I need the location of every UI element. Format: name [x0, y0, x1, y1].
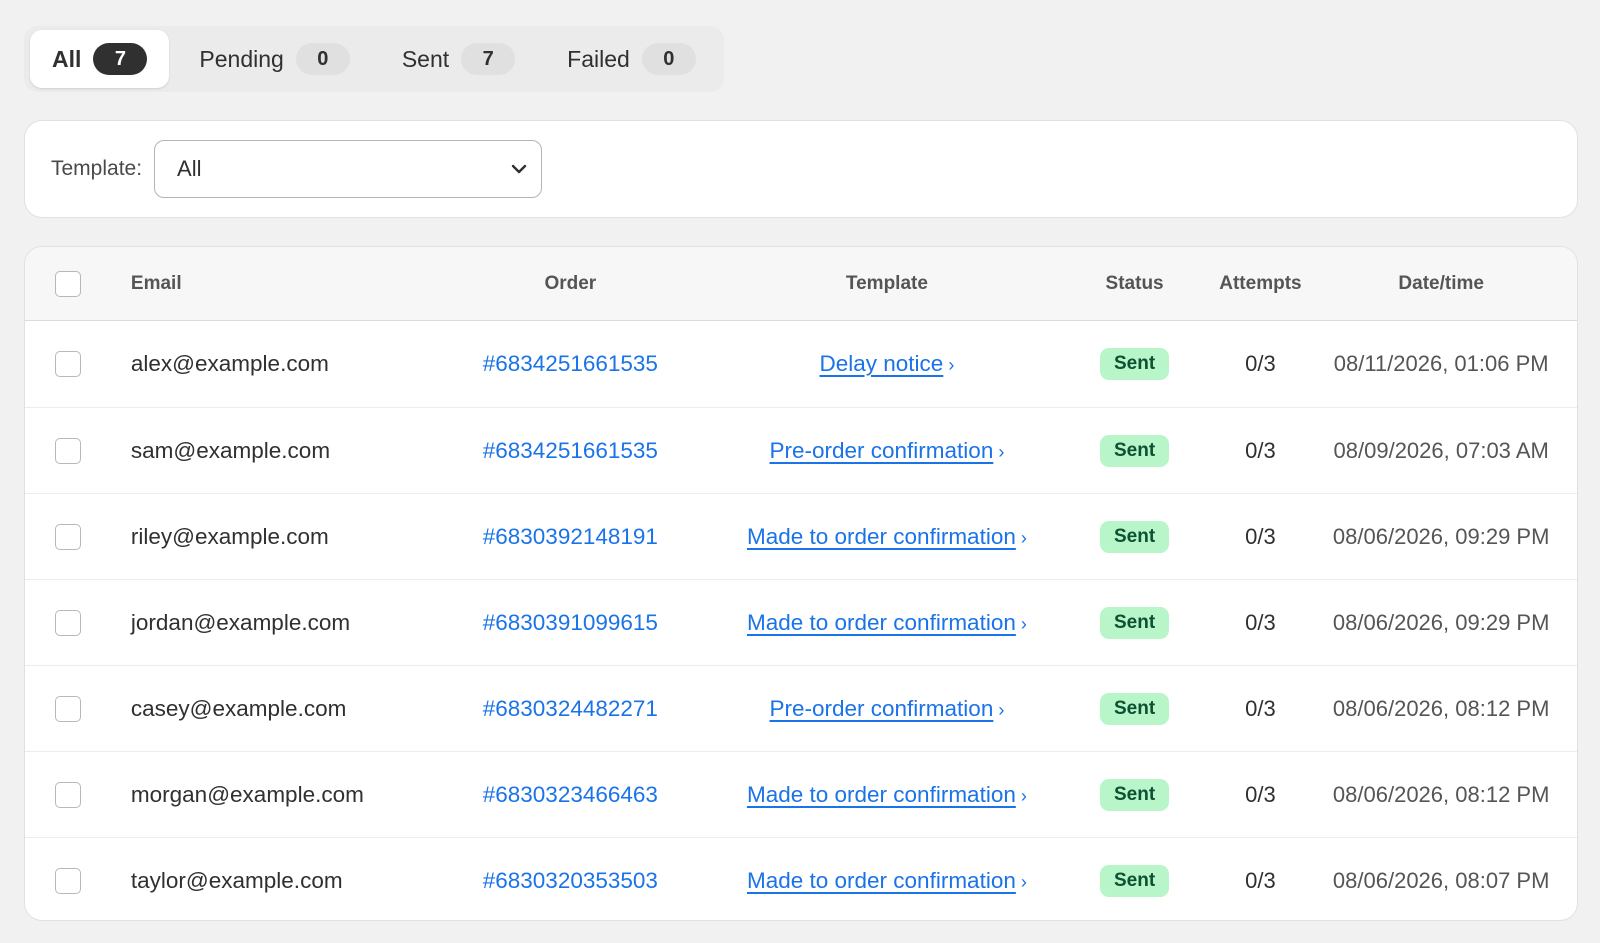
datetime-cell: 08/06/2026, 09:29 PM [1332, 609, 1550, 635]
column-header-attempts[interactable]: Attempts [1215, 273, 1305, 295]
status-tabs: All 7 Pending 0 Sent 7 Failed 0 [24, 26, 724, 92]
order-link[interactable]: #6830391099615 [483, 610, 658, 635]
chevron-right-icon: › [1020, 527, 1027, 548]
tab-count-badge: 7 [93, 43, 148, 75]
row-checkbox[interactable] [55, 351, 81, 377]
chevron-right-icon: › [998, 699, 1005, 720]
datetime-cell: 08/06/2026, 08:12 PM [1332, 695, 1550, 721]
email-cell: riley@example.com [130, 523, 329, 549]
table-row[interactable]: casey@example.com #6830324482271 Pre-ord… [25, 665, 1577, 751]
row-checkbox[interactable] [55, 867, 81, 894]
datetime-cell: 08/06/2026, 08:12 PM [1332, 781, 1550, 807]
table-header-row: Email Order Template Status Attempts Dat… [25, 247, 1577, 321]
chevron-down-icon [511, 164, 527, 174]
table-row[interactable]: jordan@example.com #6830391099615 Made t… [25, 579, 1577, 665]
table-row[interactable]: morgan@example.com #6830323466463 Made t… [25, 751, 1577, 837]
filter-card: Template: All [24, 120, 1578, 218]
template-link[interactable]: Pre-order confirmation [770, 696, 994, 721]
table-row[interactable]: riley@example.com #6830392148191 Made to… [25, 493, 1577, 579]
chevron-right-icon: › [1020, 785, 1027, 806]
template-link[interactable]: Made to order confirmation [747, 524, 1016, 549]
template-filter-select[interactable]: All [154, 140, 543, 198]
attempts-cell: 0/3 [1245, 781, 1276, 807]
email-cell: morgan@example.com [130, 781, 364, 807]
attempts-cell: 0/3 [1245, 351, 1276, 376]
table-row[interactable]: taylor@example.com #6830320353503 Made t… [25, 837, 1577, 920]
chevron-right-icon: › [948, 355, 955, 375]
status-badge: Sent [1100, 520, 1170, 553]
status-badge: Sent [1100, 692, 1170, 725]
tab-count-badge: 0 [641, 43, 696, 75]
tab-label: Failed [567, 45, 630, 72]
datetime-cell: 08/06/2026, 09:29 PM [1332, 523, 1550, 549]
email-cell: casey@example.com [130, 695, 347, 721]
row-checkbox[interactable] [55, 781, 81, 808]
tab-pending[interactable]: Pending 0 [177, 30, 371, 88]
status-badge: Sent [1100, 778, 1170, 811]
select-all-checkbox[interactable] [55, 270, 81, 297]
order-link[interactable]: #6830324482271 [483, 696, 658, 721]
status-badge: Sent [1100, 864, 1170, 897]
attempts-cell: 0/3 [1245, 437, 1276, 463]
status-badge: Sent [1100, 434, 1170, 467]
tab-sent[interactable]: Sent 7 [380, 30, 537, 88]
notifications-table: Email Order Template Status Attempts Dat… [24, 246, 1578, 921]
tab-label: All [52, 45, 82, 72]
tab-label: Sent [401, 45, 450, 72]
column-header-email[interactable]: Email [131, 273, 421, 295]
order-link[interactable]: #6834251661535 [483, 438, 658, 463]
status-badge: Sent [1100, 348, 1170, 380]
attempts-cell: 0/3 [1245, 523, 1276, 549]
attempts-cell: 0/3 [1245, 609, 1276, 635]
table-row[interactable]: alex@example.com #6834251661535 Delay no… [25, 321, 1577, 407]
template-link[interactable]: Delay notice [820, 351, 944, 376]
datetime-cell: 08/06/2026, 08:07 PM [1332, 867, 1550, 893]
row-checkbox[interactable] [55, 695, 81, 722]
template-filter-label: Template: [51, 157, 143, 180]
row-checkbox[interactable] [55, 523, 81, 550]
template-filter-value: All [177, 156, 202, 181]
tab-count-badge: 7 [461, 43, 516, 75]
chevron-right-icon: › [998, 441, 1005, 462]
order-link[interactable]: #6830323466463 [483, 782, 658, 807]
tab-label: Pending [199, 45, 284, 72]
email-cell: alex@example.com [130, 351, 329, 376]
column-header-status[interactable]: Status [1054, 273, 1216, 295]
tab-failed[interactable]: Failed 0 [545, 30, 718, 88]
column-header-template[interactable]: Template [720, 273, 1054, 295]
template-link[interactable]: Made to order confirmation [747, 610, 1016, 635]
datetime-cell: 08/09/2026, 07:03 AM [1333, 437, 1549, 463]
status-badge: Sent [1100, 606, 1170, 639]
email-cell: sam@example.com [130, 437, 331, 463]
email-cell: taylor@example.com [130, 867, 343, 893]
tab-all[interactable]: All 7 [30, 30, 170, 88]
datetime-cell: 08/11/2026, 01:06 PM [1333, 351, 1549, 376]
chevron-right-icon: › [1020, 871, 1027, 892]
attempts-cell: 0/3 [1245, 867, 1276, 893]
order-link[interactable]: #6830392148191 [483, 524, 658, 549]
template-link[interactable]: Made to order confirmation [747, 782, 1016, 807]
column-header-datetime[interactable]: Date/time [1305, 273, 1577, 295]
attempts-cell: 0/3 [1245, 695, 1276, 721]
table-row[interactable]: sam@example.com #6834251661535 Pre-order… [25, 407, 1577, 493]
row-checkbox[interactable] [55, 609, 81, 636]
order-link[interactable]: #6834251661535 [483, 351, 658, 376]
column-header-order[interactable]: Order [421, 273, 721, 295]
row-checkbox[interactable] [55, 437, 81, 464]
chevron-right-icon: › [1020, 613, 1027, 634]
order-link[interactable]: #6830320353503 [483, 868, 658, 893]
template-link[interactable]: Pre-order confirmation [770, 438, 994, 463]
email-cell: jordan@example.com [130, 609, 351, 635]
template-link[interactable]: Made to order confirmation [747, 868, 1016, 893]
tab-count-badge: 0 [295, 43, 350, 75]
